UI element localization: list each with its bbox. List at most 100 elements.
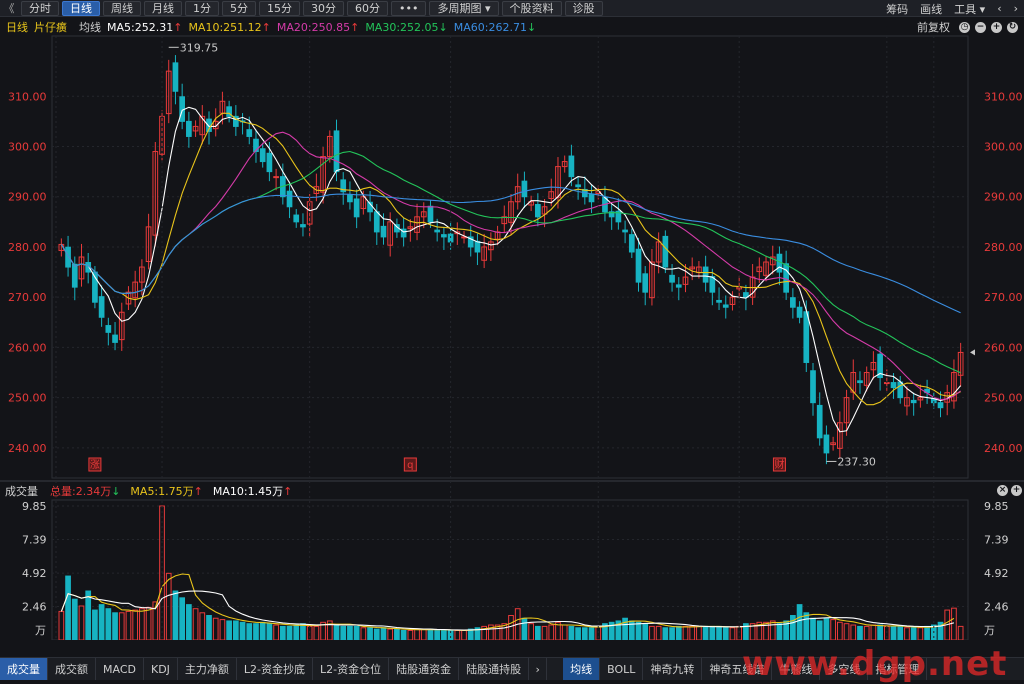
price-tick-right: 310.00: [984, 90, 1023, 103]
candle-down: [796, 306, 803, 318]
volume-bar-up: [836, 621, 843, 640]
volume-bar-down: [635, 621, 642, 640]
volume-bar-down: [394, 628, 400, 640]
candle-down: [669, 274, 675, 283]
volume-bar-down: [226, 620, 232, 640]
tab-turnover[interactable]: 成交额: [48, 658, 96, 680]
volume-bar-up: [655, 625, 662, 640]
volume-bar-down: [353, 625, 360, 640]
candle-down: [722, 304, 729, 308]
candle-down: [172, 62, 179, 92]
candle-down: [803, 311, 810, 363]
low-price-label: 237.30: [837, 455, 876, 468]
candle-down: [857, 380, 863, 384]
volume-bar-up: [461, 629, 467, 640]
volume-bar-up: [387, 628, 394, 640]
volume-bar-up: [689, 625, 696, 640]
candle-down: [823, 434, 830, 454]
volume-bar-up: [125, 610, 132, 640]
candle-down: [293, 214, 300, 223]
ma10-line: [60, 112, 961, 406]
volume-bar-down: [186, 604, 192, 640]
volume-bar-up: [951, 607, 957, 640]
volume-bar-down: [259, 621, 266, 640]
candle-down: [810, 370, 816, 404]
volume-bar-down: [340, 625, 347, 640]
price-tick-left: 240.00: [8, 442, 47, 455]
watermark: www.dgp.net: [742, 644, 1008, 684]
candle-down: [186, 120, 192, 137]
price-tick-right: 280.00: [984, 241, 1023, 254]
add-indicator-icon[interactable]: +: [1011, 485, 1022, 496]
volume-tick-right: 2.46: [984, 601, 1009, 614]
candle-down: [112, 334, 118, 343]
event-marker-label: 财: [774, 458, 784, 471]
candle-down: [105, 325, 112, 333]
price-tick-left: 250.00: [8, 392, 47, 405]
candle-down: [675, 284, 682, 288]
tab-ma[interactable]: 均线: [563, 658, 601, 680]
close-icon[interactable]: ×: [997, 485, 1008, 496]
volume-tick-right: 9.85: [984, 500, 1009, 513]
volume-bar-down: [521, 617, 528, 640]
volume-bar-up: [843, 623, 850, 640]
volume-bar-down: [300, 623, 306, 640]
volume-ma10: MA10:1.45万: [212, 485, 284, 498]
tab-kdj[interactable]: KDJ: [144, 658, 178, 680]
volume-bar-up: [78, 605, 85, 640]
volume-bar-up: [58, 610, 65, 640]
tab-hk-connect-flow[interactable]: 陆股通资金: [389, 658, 460, 680]
volume-bar-up: [118, 612, 125, 640]
candle-down: [534, 204, 541, 218]
candle-down: [716, 299, 722, 303]
volume-bar-down: [581, 627, 588, 640]
volume-bar-down: [803, 612, 810, 640]
volume-bar-down: [857, 625, 863, 640]
volume-bar-up: [649, 625, 655, 640]
volume-bar-up: [139, 608, 145, 640]
tab-volume[interactable]: 成交量: [0, 658, 48, 680]
volume-bar-up: [528, 623, 534, 640]
volume-bar-down: [253, 623, 259, 640]
volume-bar-down: [71, 598, 78, 640]
candle-down: [816, 404, 823, 439]
volume-tick-right: 4.92: [984, 567, 1009, 580]
volume-bar-down: [910, 627, 917, 640]
volume-bar-down: [716, 625, 722, 640]
price-tick-left: 300.00: [8, 141, 47, 154]
volume-bar-down: [776, 623, 783, 640]
price-tick-right: 250.00: [984, 392, 1023, 405]
price-tick-right: 260.00: [984, 341, 1023, 354]
candle-down: [890, 382, 897, 389]
tab-l2-position[interactable]: L2-资金仓位: [313, 658, 390, 680]
candle-down: [642, 273, 649, 293]
volume-bar-down: [172, 590, 179, 640]
candle-down: [380, 225, 387, 238]
tab-l2-bottom-fishing[interactable]: L2-资金抄底: [237, 658, 314, 680]
tabs-scroll-icon[interactable]: ›: [529, 658, 548, 680]
volume-ma5: MA5:1.75万: [130, 485, 194, 498]
candle-down: [910, 399, 917, 404]
price-tick-right: 300.00: [984, 141, 1023, 154]
candle-down: [937, 402, 944, 409]
tab-main-net[interactable]: 主力净额: [178, 658, 237, 680]
volume-bar-down: [333, 624, 340, 640]
volume-bar-down: [179, 597, 186, 640]
volume-bar-down: [434, 629, 441, 640]
tab-hk-connect-holding[interactable]: 陆股通持股: [459, 658, 530, 680]
kline-chart[interactable]: 310.00 310.00 300.00 300.00 290.00 290.00 280.…: [0, 0, 1024, 640]
ma20-line: [60, 131, 961, 401]
candle-down: [474, 240, 481, 253]
volume-bar-up: [273, 624, 279, 640]
volume-bar-down: [722, 627, 729, 640]
tab-magic-nine[interactable]: 神奇九转: [643, 658, 703, 680]
tab-macd[interactable]: MACD: [96, 658, 144, 680]
candle-down: [783, 263, 790, 293]
candle-down: [259, 148, 266, 163]
candle-down: [776, 253, 783, 273]
tab-boll[interactable]: BOLL: [600, 658, 644, 680]
volume-bar-down: [206, 615, 212, 640]
event-marker-label: 涨: [90, 459, 100, 471]
volume-bar-down: [293, 624, 300, 640]
volume-bar-up: [407, 629, 414, 640]
